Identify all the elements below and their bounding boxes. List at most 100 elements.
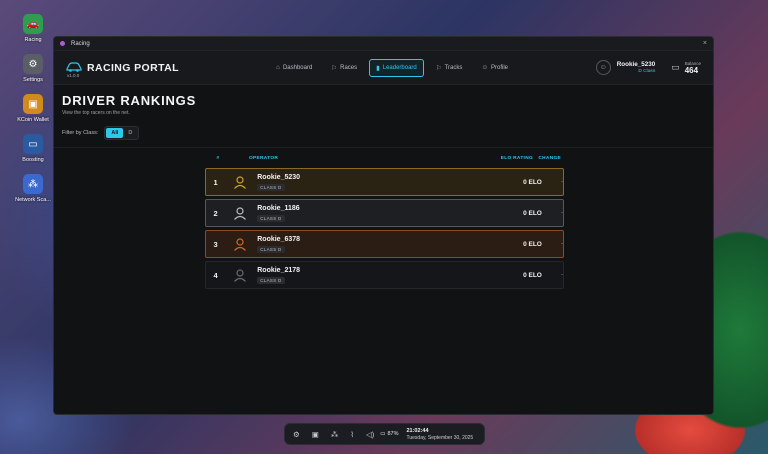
desktop-icon-settings[interactable]: ⚙ Settings [10, 54, 56, 83]
brand-name: RACING PORTAL [87, 61, 179, 74]
app-dot-icon [60, 41, 65, 46]
page-title: DRIVER RANKINGS [62, 93, 197, 108]
header-elo: ELO RATING [500, 156, 533, 161]
nav-tracks[interactable]: ⚐ Tracks [429, 59, 470, 77]
flag-icon: ⚐ [331, 64, 338, 72]
desktop-icon-label: KCoin Wallet [17, 117, 49, 123]
divider [54, 147, 713, 148]
desktop-icon-label: Boosting [22, 157, 44, 163]
nav-label: Leaderboard [382, 64, 417, 71]
nav-races[interactable]: ⚐ Races [324, 59, 364, 77]
nav-profile[interactable]: ☺ Profile [474, 59, 515, 76]
desktop-icon-network-scanner[interactable]: ⁂ Network Sca... [10, 174, 56, 203]
elo-rating: 0 ELO [523, 178, 542, 186]
driver-info: Rookie_6378 CLASS D [257, 236, 449, 253]
nav-label: Dashboard [282, 64, 313, 71]
nav-leaderboard[interactable]: ▮ Leaderboard [369, 58, 424, 77]
class-badge: CLASS D [257, 245, 285, 253]
balance: ▭ Balance 464 [671, 61, 701, 75]
row-rank: 1 [213, 177, 218, 187]
driver-info: Rookie_5230 CLASS D [257, 174, 449, 191]
desktop-icon-racing[interactable]: 🚗 Racing [10, 14, 56, 43]
wifi-off-icon[interactable]: ⌇ [350, 430, 354, 439]
wallet-icon[interactable]: ▣ [312, 430, 319, 439]
user-class: D Class [638, 69, 656, 74]
clock-date: Tuesday, September 30, 2025 [406, 434, 474, 441]
elo-change: - [561, 272, 564, 278]
rankings-table: # OPERATOR ELO RATING CHANGE 1 Rookie_52… [205, 152, 564, 289]
row-rank: 4 [213, 270, 218, 280]
network-icon: ⁂ [23, 174, 43, 194]
close-icon[interactable]: × [703, 40, 707, 47]
nav-label: Races [340, 64, 358, 71]
table-header: # OPERATOR ELO RATING CHANGE [205, 152, 564, 165]
brand-version: v1.0.0 [67, 73, 80, 78]
gear-icon: ⚙ [23, 54, 43, 74]
car-logo-icon [66, 61, 82, 74]
elo-rating: 0 ELO [523, 209, 542, 217]
user-avatar-icon[interactable]: ☺ [595, 60, 611, 75]
desktop-icon-label: Network Sca... [15, 197, 51, 203]
window-title: Racing [71, 40, 90, 47]
desktop-icon-label: Settings [23, 77, 43, 83]
desktop-icon-boosting[interactable]: ▭ Boosting [10, 134, 56, 163]
volume-icon[interactable]: ◁) [366, 430, 374, 439]
battery-icon: ▭ [380, 431, 386, 437]
class-badge: CLASS D [257, 214, 285, 222]
battery-level: 87% [387, 431, 399, 437]
table-row[interactable]: 2 Rookie_1186 CLASS D 0 ELO - [205, 199, 564, 227]
filter-label: Filter by Class: [62, 130, 99, 136]
user-info: Rookie_5230 D Class [617, 61, 656, 74]
header-change: CHANGE [538, 156, 561, 161]
nav-label: Tracks [444, 64, 463, 71]
wallet-icon: ▣ [23, 94, 43, 114]
gear-icon[interactable]: ⚙ [293, 430, 300, 439]
page-subtitle: View the top racers on the net. [62, 110, 130, 116]
row-rank: 3 [213, 239, 218, 249]
main-nav: ⌂ Dashboard ⚐ Races ▮ Leaderboard ⚐ Trac… [269, 58, 520, 77]
clock-time: 21:02:44 [406, 427, 429, 434]
user-panel: ☺ Rookie_5230 D Class ▭ Balance 464 [595, 60, 701, 75]
elo-rating: 0 ELO [523, 240, 542, 248]
nav-label: Profile [491, 64, 509, 71]
table-row[interactable]: 4 Rookie_2178 CLASS D 0 ELO - [205, 261, 564, 289]
user-name: Rookie_5230 [616, 61, 656, 68]
portal-header: RACING PORTAL v1.0.0 ⌂ Dashboard ⚐ Races… [54, 51, 713, 85]
filter-option-all[interactable]: All [106, 128, 124, 138]
taskbar: ⚙ ▣ ⁂ ⌇ ◁) ▭ 87% 21:02:44 Tuesday, Septe… [284, 423, 485, 445]
header-operator: OPERATOR [249, 156, 279, 161]
class-badge: CLASS D [257, 183, 285, 191]
window-titlebar[interactable]: Racing × [54, 37, 713, 51]
filter-option-d[interactable]: D [123, 128, 137, 138]
table-row[interactable]: 3 Rookie_6378 CLASS D 0 ELO - [205, 230, 564, 258]
table-row[interactable]: 1 Rookie_5230 CLASS D 0 ELO - [205, 168, 564, 196]
elo-change: - [561, 241, 564, 247]
driver-name: Rookie_2178 [257, 266, 301, 274]
driver-info: Rookie_1186 CLASS D [257, 205, 449, 222]
driver-avatar-icon [233, 175, 247, 189]
driver-avatar-icon [233, 268, 247, 282]
bar-chart-icon: ▮ [376, 64, 380, 72]
battery-indicator[interactable]: ▭ 87% [380, 431, 398, 437]
wallet-icon: ▭ [671, 62, 680, 72]
flag-icon: ⚐ [435, 64, 442, 72]
brand[interactable]: RACING PORTAL v1.0.0 [66, 61, 256, 78]
driver-name: Rookie_5230 [257, 173, 301, 181]
driver-avatar-icon [233, 237, 247, 251]
filter-segment: All D [104, 126, 140, 140]
desktop-icon-kcoin-wallet[interactable]: ▣ KCoin Wallet [10, 94, 56, 123]
clock[interactable]: 21:02:44 Tuesday, September 30, 2025 [406, 428, 473, 441]
network-icon[interactable]: ⁂ [331, 430, 339, 439]
class-badge: CLASS D [257, 276, 285, 284]
user-icon: ☺ [481, 64, 488, 71]
nav-dashboard[interactable]: ⌂ Dashboard [269, 59, 319, 76]
driver-name: Rookie_6378 [257, 235, 301, 243]
elo-change: - [561, 210, 564, 216]
balance-value: 464 [684, 65, 699, 75]
driver-name: Rookie_1186 [257, 204, 300, 212]
desktop-icons: 🚗 Racing ⚙ Settings ▣ KCoin Wallet ▭ Boo… [10, 14, 56, 214]
class-filter: Filter by Class: All D [62, 126, 705, 140]
car-icon: 🚗 [23, 14, 43, 34]
header-rank: # [216, 156, 220, 161]
desktop-icon-label: Racing [24, 37, 42, 43]
